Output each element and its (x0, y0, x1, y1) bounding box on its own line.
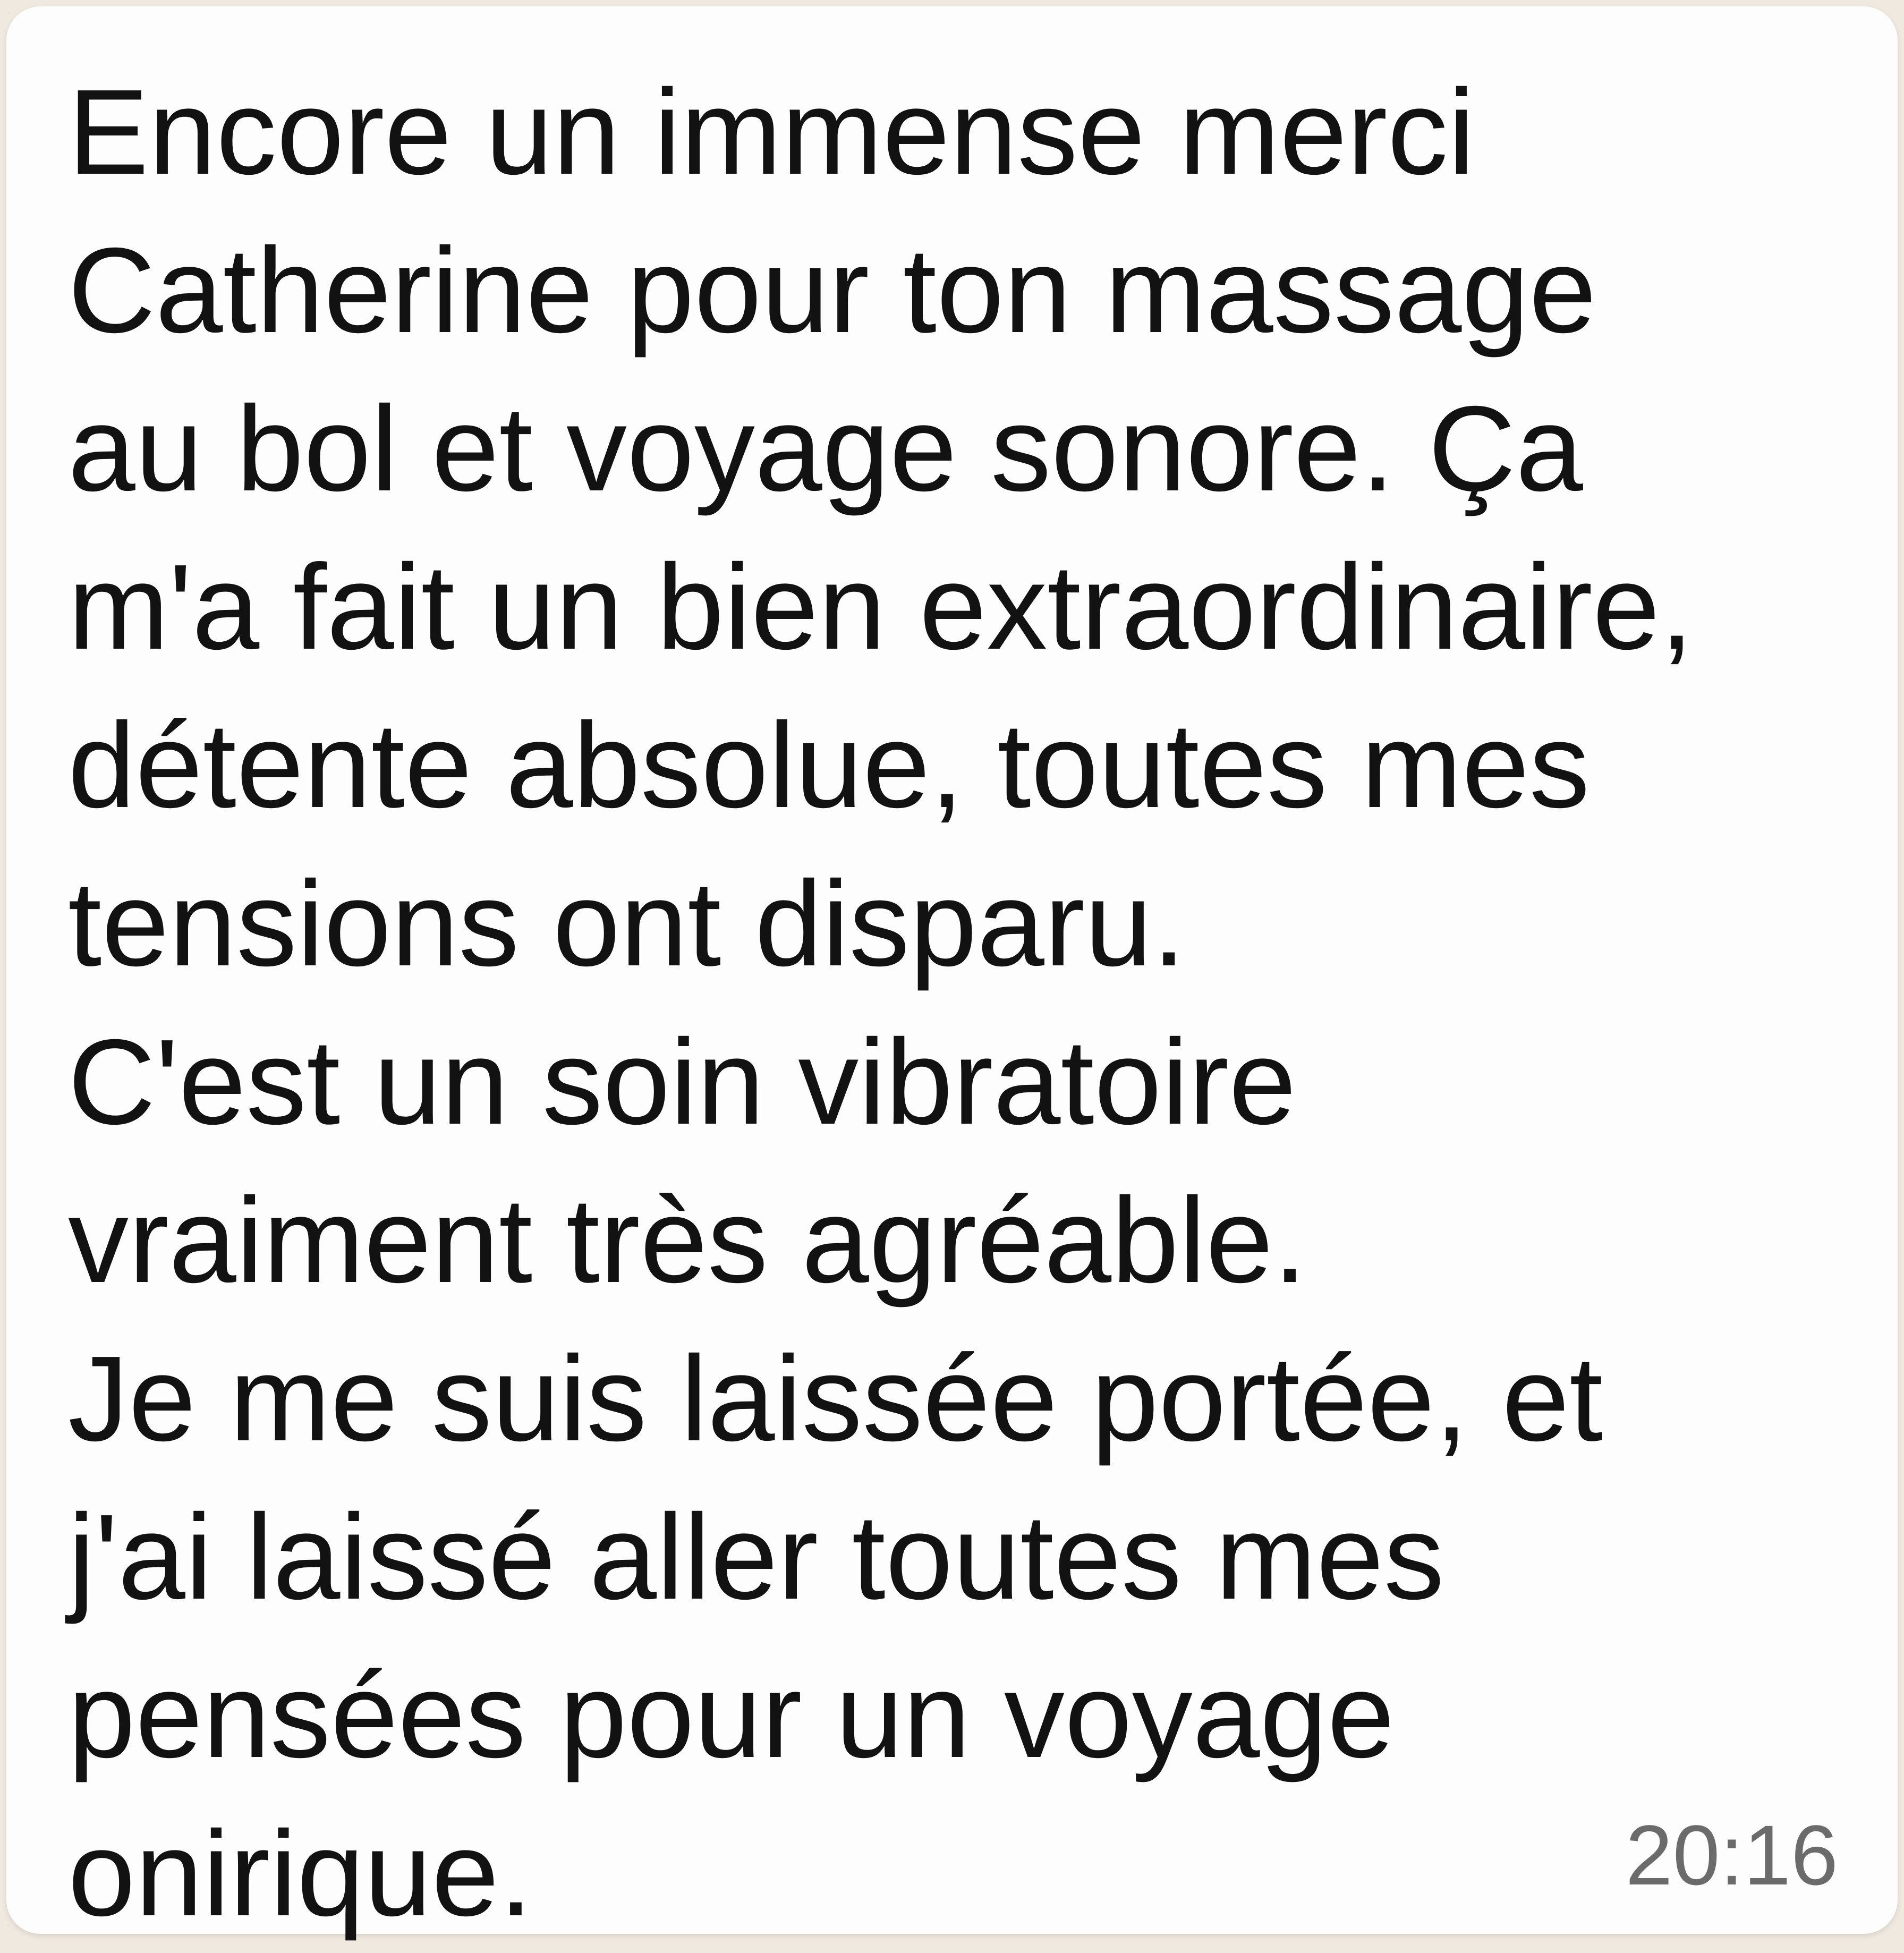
message-line: au bol et voyage sonore. Ça (68, 381, 1583, 516)
message-line: Catherine pour ton massage (68, 223, 1597, 358)
message-line: m'a fait un bien extraordinaire, (68, 540, 1694, 675)
message-line: vraiment très agréable. (68, 1173, 1307, 1308)
message-line: détente absolue, toutes mes (68, 698, 1590, 833)
message-timestamp: 20:16 (1625, 1807, 1838, 1903)
message-line: j'ai laissé aller toutes mes (68, 1490, 1444, 1625)
message-line: onirique. (68, 1806, 533, 1941)
message-line: tensions ont disparu. (68, 856, 1186, 991)
message-text: Encore un immense merci Catherine pour t… (68, 53, 1864, 1953)
message-line: C'est un soin vibratoire (68, 1015, 1296, 1150)
message-bubble[interactable]: Encore un immense merci Catherine pour t… (6, 6, 1898, 1941)
message-line: pensées pour un voyage (68, 1648, 1395, 1783)
message-line: Encore un immense merci (68, 65, 1475, 200)
message-line: Je me suis laissée portée, et (68, 1331, 1603, 1466)
